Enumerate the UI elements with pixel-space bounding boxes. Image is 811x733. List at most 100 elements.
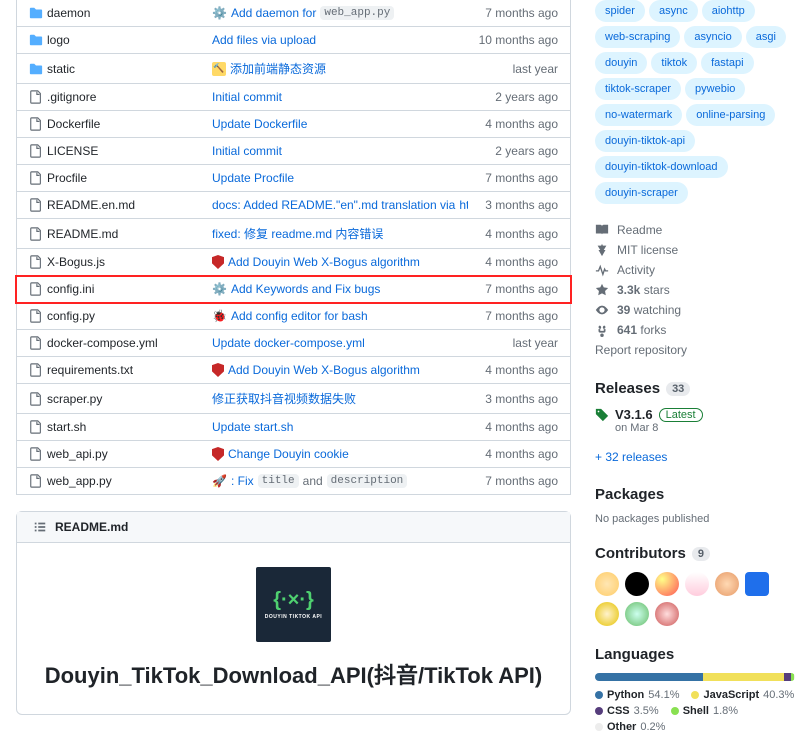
language-list: Python 54.1% JavaScript 40.3% CSS 3.5% Shel…	[595, 689, 795, 733]
file-name-link[interactable]: static	[47, 62, 75, 76]
commit-message: Update start.sh	[212, 420, 293, 434]
file-name-link[interactable]: X-Bogus.js	[47, 255, 105, 269]
file-icon	[29, 336, 47, 350]
release-version: V3.1.6	[615, 407, 653, 422]
file-row[interactable]: requirements.txt Add Douyin Web X-Bogus …	[16, 357, 571, 384]
release-date: on Mar 8	[615, 422, 795, 434]
language-item[interactable]: Other 0.2%	[595, 721, 665, 733]
topic-tag[interactable]: douyin-tiktok-api	[595, 130, 695, 152]
commit-message: Add daemon for	[231, 6, 316, 20]
topic-tag[interactable]: tiktok	[651, 52, 697, 74]
file-name-link[interactable]: requirements.txt	[47, 363, 133, 377]
license-link[interactable]: MIT license	[595, 240, 795, 260]
contributor-avatar[interactable]	[655, 602, 679, 626]
contributor-avatar[interactable]	[715, 572, 739, 596]
file-name-link[interactable]: README.md	[47, 227, 118, 241]
file-row[interactable]: config.py🐞 Add config editor for bash7 m…	[16, 303, 571, 330]
file-row[interactable]: LICENSEInitial commit2 years ago	[16, 138, 571, 165]
file-row[interactable]: scraper.py修正获取抖音视频数据失败3 months ago	[16, 384, 571, 414]
file-name-link[interactable]: Procfile	[47, 171, 87, 185]
file-row[interactable]: web_api.py Change Douyin cookie4 months …	[16, 441, 571, 468]
file-name-link[interactable]: scraper.py	[47, 392, 102, 406]
file-time: 7 months ago	[468, 474, 558, 488]
file-row[interactable]: daemon⚙️ Add daemon for web_app.py7 mont…	[16, 0, 571, 27]
commit-message: 修正获取抖音视频数据失败	[212, 390, 356, 407]
commit-message: : Fix	[231, 474, 254, 488]
topic-tag[interactable]: tiktok-scraper	[595, 78, 681, 100]
topic-tag[interactable]: douyin-scraper	[595, 182, 688, 204]
file-row[interactable]: logoAdd files via upload10 months ago	[16, 27, 571, 54]
file-row[interactable]: X-Bogus.js Add Douyin Web X-Bogus algori…	[16, 249, 571, 276]
file-row[interactable]: docker-compose.ymlUpdate docker-compose.…	[16, 330, 571, 357]
file-icon	[29, 282, 47, 296]
file-name-link[interactable]: daemon	[47, 6, 90, 20]
topic-tag[interactable]: douyin-tiktok-download	[595, 156, 728, 178]
file-name-link[interactable]: logo	[47, 33, 70, 47]
file-row[interactable]: ProcfileUpdate Procfile7 months ago	[16, 165, 571, 192]
file-time: 2 years ago	[468, 90, 558, 104]
packages-heading[interactable]: Packages	[595, 486, 795, 503]
file-name-link[interactable]: docker-compose.yml	[47, 336, 158, 350]
contributor-avatar[interactable]	[655, 572, 679, 596]
file-row[interactable]: static🔨 添加前端静态资源last year	[16, 54, 571, 84]
topic-tag[interactable]: online-parsing	[686, 104, 775, 126]
contributor-avatar[interactable]	[745, 572, 769, 596]
file-time: 4 months ago	[468, 255, 558, 269]
file-row[interactable]: start.sh Update start.sh 4 months ago	[16, 414, 571, 441]
more-releases-link[interactable]: + 32 releases	[595, 450, 667, 464]
file-row[interactable]: README.mdfixed: 修复 readme.md 内容错误4 month…	[16, 219, 571, 249]
file-row[interactable]: config.ini⚙️ Add Keywords and Fix bugs7 …	[16, 276, 571, 303]
topic-tag[interactable]: asgi	[746, 26, 786, 48]
file-icon	[29, 171, 47, 185]
forks-stat[interactable]: 641 forks	[595, 320, 795, 340]
language-item[interactable]: CSS 3.5%	[595, 705, 659, 717]
contributor-avatar[interactable]	[625, 602, 649, 626]
file-row[interactable]: web_app.py🚀 : Fix title and description7…	[16, 468, 571, 495]
topic-tag[interactable]: aiohttp	[702, 0, 755, 22]
contributor-avatar[interactable]	[625, 572, 649, 596]
file-row[interactable]: DockerfileUpdate Dockerfile4 months ago	[16, 111, 571, 138]
file-time: 4 months ago	[468, 420, 558, 434]
file-name-link[interactable]: web_app.py	[47, 474, 112, 488]
report-link[interactable]: Report repository	[595, 340, 795, 360]
language-item[interactable]: Shell 1.8%	[671, 705, 738, 717]
file-name-link[interactable]: README.en.md	[47, 198, 135, 212]
readme-header[interactable]: README.md	[17, 512, 570, 543]
file-row[interactable]: .gitignoreInitial commit2 years ago	[16, 84, 571, 111]
watching-stat[interactable]: 39 watching	[595, 300, 795, 320]
file-name-link[interactable]: config.ini	[47, 282, 94, 296]
topic-tag[interactable]: no-watermark	[595, 104, 682, 126]
file-row[interactable]: README.en.mddocs: Added README."en".md t…	[16, 192, 571, 219]
topic-tag[interactable]: web-scraping	[595, 26, 680, 48]
topic-tag[interactable]: douyin	[595, 52, 647, 74]
latest-release[interactable]: V3.1.6 Latest	[595, 407, 795, 422]
language-item[interactable]: Python 54.1%	[595, 689, 679, 701]
file-icon	[29, 144, 47, 158]
file-name-link[interactable]: Dockerfile	[47, 117, 100, 131]
contributor-avatar[interactable]	[595, 602, 619, 626]
topic-tag[interactable]: spider	[595, 0, 645, 22]
commit-message: Change Douyin cookie	[228, 447, 349, 461]
commit-message: 添加前端静态资源	[230, 60, 326, 77]
contributors-heading[interactable]: Contributors9	[595, 545, 795, 562]
topic-tag[interactable]: pywebio	[685, 78, 745, 100]
activity-link[interactable]: Activity	[595, 260, 795, 280]
file-name-link[interactable]: LICENSE	[47, 144, 98, 158]
contributor-avatar[interactable]	[595, 572, 619, 596]
file-name-link[interactable]: config.py	[47, 309, 95, 323]
languages-heading: Languages	[595, 646, 795, 663]
topic-tag[interactable]: fastapi	[701, 52, 753, 74]
file-name-link[interactable]: .gitignore	[47, 90, 96, 104]
topic-tag[interactable]: async	[649, 0, 698, 22]
readme-link[interactable]: Readme	[595, 220, 795, 240]
commit-message: fixed: 修复 readme.md 内容错误	[212, 225, 383, 242]
file-name-link[interactable]: web_api.py	[47, 447, 108, 461]
file-icon	[29, 90, 47, 104]
releases-heading[interactable]: Releases33	[595, 380, 795, 397]
file-name-link[interactable]: start.sh	[47, 420, 86, 434]
contributor-avatar[interactable]	[685, 572, 709, 596]
stars-stat[interactable]: 3.3k stars	[595, 280, 795, 300]
topic-tag[interactable]: asyncio	[684, 26, 741, 48]
readme-panel: README.md {·×·} DOUYIN TIKTOK API Douyin…	[16, 511, 571, 715]
language-item[interactable]: JavaScript 40.3%	[691, 689, 794, 701]
